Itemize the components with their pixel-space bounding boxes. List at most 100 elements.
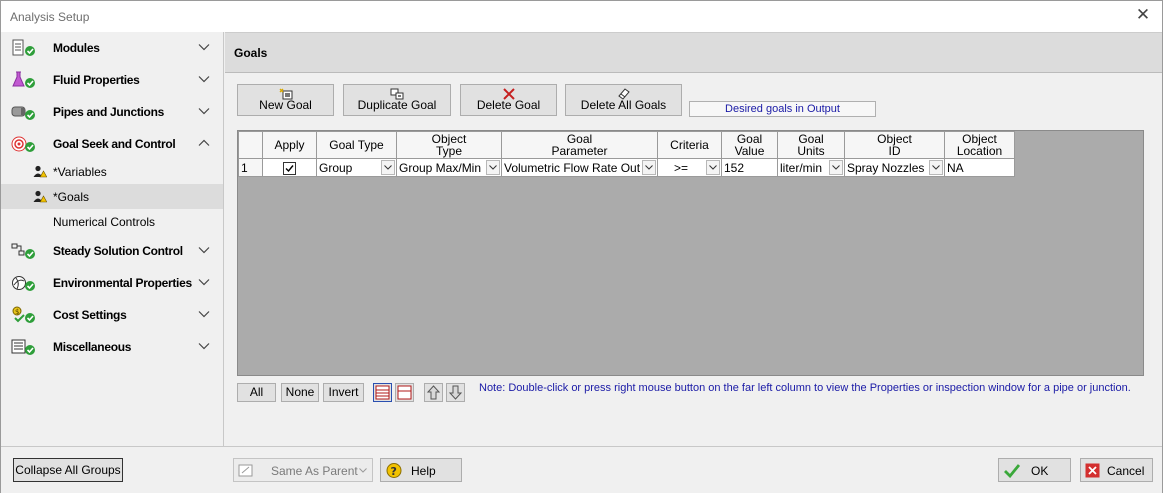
- chevron-down-icon[interactable]: [198, 308, 210, 320]
- chevron-down-icon[interactable]: [198, 276, 210, 288]
- grid-note: Note: Double-click or press right mouse …: [479, 382, 1131, 394]
- invert-selection-button[interactable]: Invert: [323, 383, 364, 402]
- chevron-up-icon[interactable]: [198, 137, 210, 149]
- goal-type-value: Group: [319, 160, 353, 175]
- select-all-button[interactable]: All: [237, 383, 276, 402]
- chevron-down-icon[interactable]: [929, 160, 943, 175]
- person-warning-icon: [33, 190, 47, 203]
- criteria-cell[interactable]: >=: [657, 158, 722, 177]
- chevron-down-icon[interactable]: [381, 160, 395, 175]
- desired-goals-output-field[interactable]: Desired goals in Output: [689, 101, 876, 117]
- object-type-cell[interactable]: Group Max/Min: [396, 158, 502, 177]
- column-header-object-id[interactable]: Object ID: [844, 131, 945, 159]
- column-header-apply[interactable]: Apply: [262, 131, 317, 159]
- header-text: Parameter: [551, 144, 608, 158]
- sidebar-group-modules[interactable]: Modules: [1, 32, 223, 64]
- delete-all-goals-button[interactable]: Delete All Goals: [565, 84, 682, 116]
- move-down-button[interactable]: [446, 383, 465, 402]
- sidebar-item-numerical-controls[interactable]: Numerical Controls: [1, 209, 223, 234]
- column-header-goal-value[interactable]: Goal Value: [721, 131, 778, 159]
- select-none-button[interactable]: None: [281, 383, 319, 402]
- header-text: Apply: [274, 138, 305, 152]
- goal-units-cell[interactable]: liter/min: [777, 158, 845, 177]
- chevron-down-icon: [359, 468, 367, 473]
- help-icon: ?: [386, 463, 402, 478]
- object-type-value: Group Max/Min: [399, 160, 482, 175]
- collapse-rows-button[interactable]: [395, 383, 414, 402]
- sidebar-item-variables[interactable]: *Variables: [1, 159, 223, 184]
- goals-grid[interactable]: Apply Goal Type Object Type Goal Parameter…: [237, 130, 1144, 376]
- person-warning-icon: [33, 165, 47, 178]
- sidebar-group-miscellaneous[interactable]: Miscellaneous: [1, 331, 223, 363]
- object-id-cell[interactable]: Spray Nozzles: [844, 158, 945, 177]
- checkmark-icon: [285, 164, 294, 172]
- same-as-parent-dropdown[interactable]: Same As Parent: [233, 458, 373, 482]
- help-button[interactable]: ? Help: [380, 458, 462, 482]
- button-label: New Goal: [259, 98, 312, 112]
- button-label: Delete Goal: [476, 98, 541, 112]
- row-number: 1: [241, 160, 248, 175]
- expand-rows-button[interactable]: [373, 383, 392, 402]
- column-header-criteria[interactable]: Criteria: [657, 131, 722, 159]
- chevron-down-icon[interactable]: [198, 244, 210, 256]
- flask-icon: [12, 71, 35, 88]
- column-header-object-location[interactable]: Object Location: [944, 131, 1015, 159]
- new-goal-button[interactable]: New Goal: [237, 84, 334, 116]
- collapse-all-groups-button[interactable]: Collapse All Groups: [13, 458, 123, 482]
- sidebar-group-label: Modules: [53, 41, 100, 55]
- cancel-label: Cancel: [1107, 464, 1145, 478]
- chevron-down-icon[interactable]: [198, 105, 210, 117]
- chevron-down-icon[interactable]: [642, 160, 656, 175]
- chevron-down-icon[interactable]: [198, 41, 210, 53]
- close-icon[interactable]: ✕: [1134, 6, 1152, 24]
- chevron-down-icon[interactable]: [198, 73, 210, 85]
- chevron-down-icon[interactable]: [706, 160, 720, 175]
- column-header-object-type[interactable]: Object Type: [396, 131, 502, 159]
- goal-parameter-cell[interactable]: Volumetric Flow Rate Out: [501, 158, 658, 177]
- window-title: Analysis Setup: [10, 10, 90, 24]
- goal-type-cell[interactable]: Group: [316, 158, 397, 177]
- misc-icon: [11, 339, 35, 355]
- chevron-down-icon[interactable]: [829, 160, 843, 175]
- sidebar-group-label: Pipes and Junctions: [53, 105, 164, 119]
- panel-title: Goals: [234, 46, 268, 60]
- delete-goal-button[interactable]: Delete Goal: [460, 84, 557, 116]
- notepad-icon: [238, 464, 253, 477]
- move-up-button[interactable]: [424, 383, 443, 402]
- sidebar-group-steady-solution-control[interactable]: Steady Solution Control: [1, 235, 223, 267]
- column-header-goal-type[interactable]: Goal Type: [316, 131, 397, 159]
- analysis-setup-window: Analysis Setup ✕ Modules Fluid Propertie…: [0, 0, 1163, 493]
- sidebar-group-fluid-properties[interactable]: Fluid Properties: [1, 64, 223, 96]
- column-header-goal-units[interactable]: Goal Units: [777, 131, 845, 159]
- rows-collapse-icon: [397, 385, 412, 400]
- sidebar-group-label: Steady Solution Control: [53, 244, 183, 258]
- sidebar-group-cost-settings[interactable]: $ Cost Settings: [1, 299, 223, 331]
- goal-parameter-value: Volumetric Flow Rate Out: [504, 160, 641, 175]
- rows-expand-icon: [375, 385, 390, 400]
- sidebar-item-label: *Goals: [53, 190, 90, 204]
- apply-checkbox[interactable]: [283, 161, 296, 175]
- sidebar-group-pipes-and-junctions[interactable]: Pipes and Junctions: [1, 96, 223, 128]
- goal-value: 152: [724, 160, 745, 175]
- sidebar-group-goal-seek-and-control[interactable]: Goal Seek and Control: [1, 128, 223, 160]
- panel-header: Goals: [225, 32, 1162, 73]
- sidebar-item-goals[interactable]: *Goals: [1, 184, 223, 209]
- chevron-down-icon[interactable]: [486, 160, 500, 175]
- sidebar-group-label: Fluid Properties: [53, 73, 140, 87]
- sidebar-group-label: Goal Seek and Control: [53, 137, 176, 151]
- cancel-button[interactable]: Cancel: [1080, 458, 1153, 482]
- sidebar-group-environmental-properties[interactable]: Environmental Properties: [1, 267, 223, 299]
- chevron-down-icon[interactable]: [198, 340, 210, 352]
- solution-icon: [11, 243, 35, 259]
- table-row[interactable]: 1 Group Group Max/Min Volumetric Flow Ra…: [238, 158, 1015, 177]
- duplicate-goal-button[interactable]: Duplicate Goal: [343, 84, 451, 116]
- goal-units-value: liter/min: [780, 160, 823, 175]
- goal-value-cell[interactable]: 152: [721, 158, 778, 177]
- column-header-goal-parameter[interactable]: Goal Parameter: [501, 131, 658, 159]
- dialog-footer: Collapse All Groups Same As Parent ? Hel…: [1, 446, 1162, 493]
- row-number-cell[interactable]: 1: [238, 158, 263, 177]
- ok-button[interactable]: OK: [998, 458, 1071, 482]
- object-id-value: Spray Nozzles: [847, 160, 925, 175]
- apply-cell[interactable]: [262, 158, 317, 177]
- object-location-cell[interactable]: NA: [944, 158, 1015, 177]
